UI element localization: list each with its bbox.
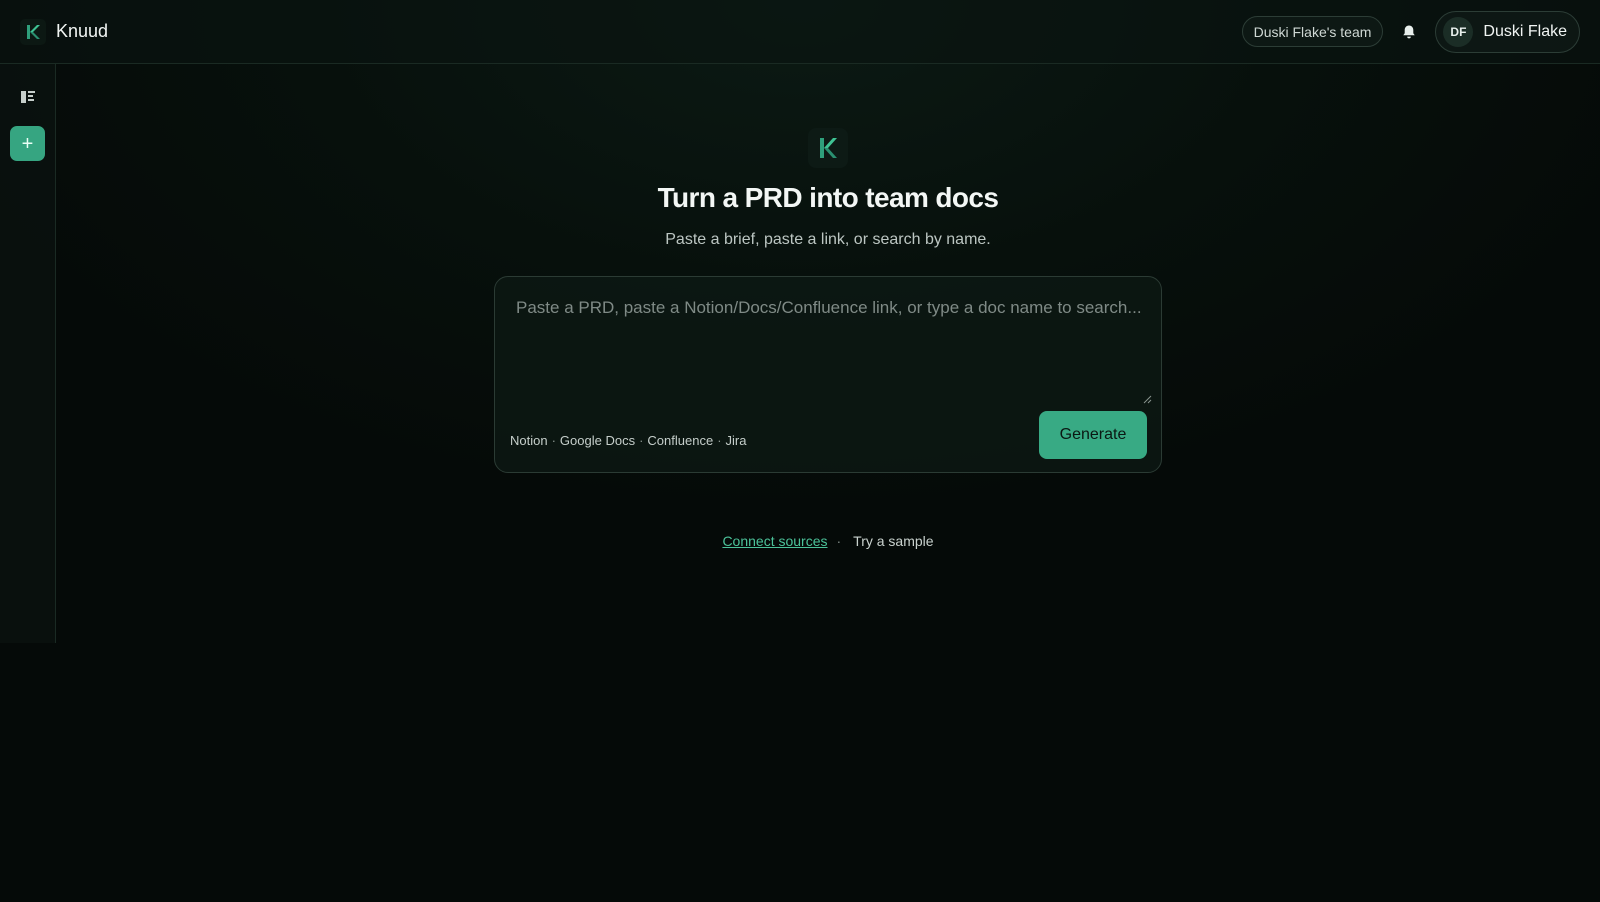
bell-icon[interactable] — [1397, 20, 1421, 44]
user-name: Duski Flake — [1483, 22, 1567, 40]
new-doc-button[interactable]: + — [10, 126, 45, 161]
team-switcher[interactable]: Duski Flake's team — [1241, 16, 1384, 47]
source-google-docs: Google Docs — [559, 433, 636, 448]
source-separator: · — [639, 433, 644, 448]
source-notion: Notion — [510, 433, 548, 448]
source-jira: Jira — [725, 433, 747, 448]
header-actions: Duski Flake's team DF Duski Flake — [1241, 10, 1580, 53]
try-sample-link[interactable]: Try a sample — [853, 533, 933, 549]
plus-icon: + — [21, 132, 34, 155]
resize-handle-icon[interactable] — [1143, 391, 1152, 404]
top-bar: Knuud Duski Flake's team DF Duski Flake — [0, 0, 1600, 64]
sidebar-toggle-icon[interactable] — [20, 90, 36, 104]
helper-links: Connect sources · Try a sample — [56, 533, 1600, 549]
link-separator: · — [836, 533, 842, 549]
prompt-input[interactable] — [509, 289, 1149, 399]
app-window: Knuud Duski Flake's team DF Duski Flake — [0, 0, 1600, 902]
connect-sources-link[interactable]: Connect sources — [722, 533, 827, 549]
supported-sources: Notion · Google Docs · Confluence · Jira — [510, 433, 747, 448]
prompt-composer: Notion · Google Docs · Confluence · Jira… — [494, 276, 1162, 473]
knuud-logo-icon — [20, 18, 46, 45]
avatar: DF — [1443, 16, 1474, 47]
main-content: Turn a PRD into team docs Paste a brief,… — [56, 64, 1600, 902]
sidebar: + — [0, 64, 56, 643]
app-name: Knuud — [56, 21, 109, 41]
page-subtitle: Paste a brief, paste a link, or search b… — [665, 231, 991, 248]
brand[interactable]: Knuud — [20, 18, 109, 45]
source-confluence: Confluence — [647, 433, 714, 448]
source-separator: · — [717, 433, 722, 448]
page-title: Turn a PRD into team docs — [657, 182, 999, 213]
source-separator: · — [551, 433, 556, 448]
generate-button[interactable]: Generate — [1039, 411, 1147, 459]
user-menu[interactable]: DF Duski Flake — [1435, 10, 1580, 53]
hero-logo-icon — [808, 128, 848, 168]
